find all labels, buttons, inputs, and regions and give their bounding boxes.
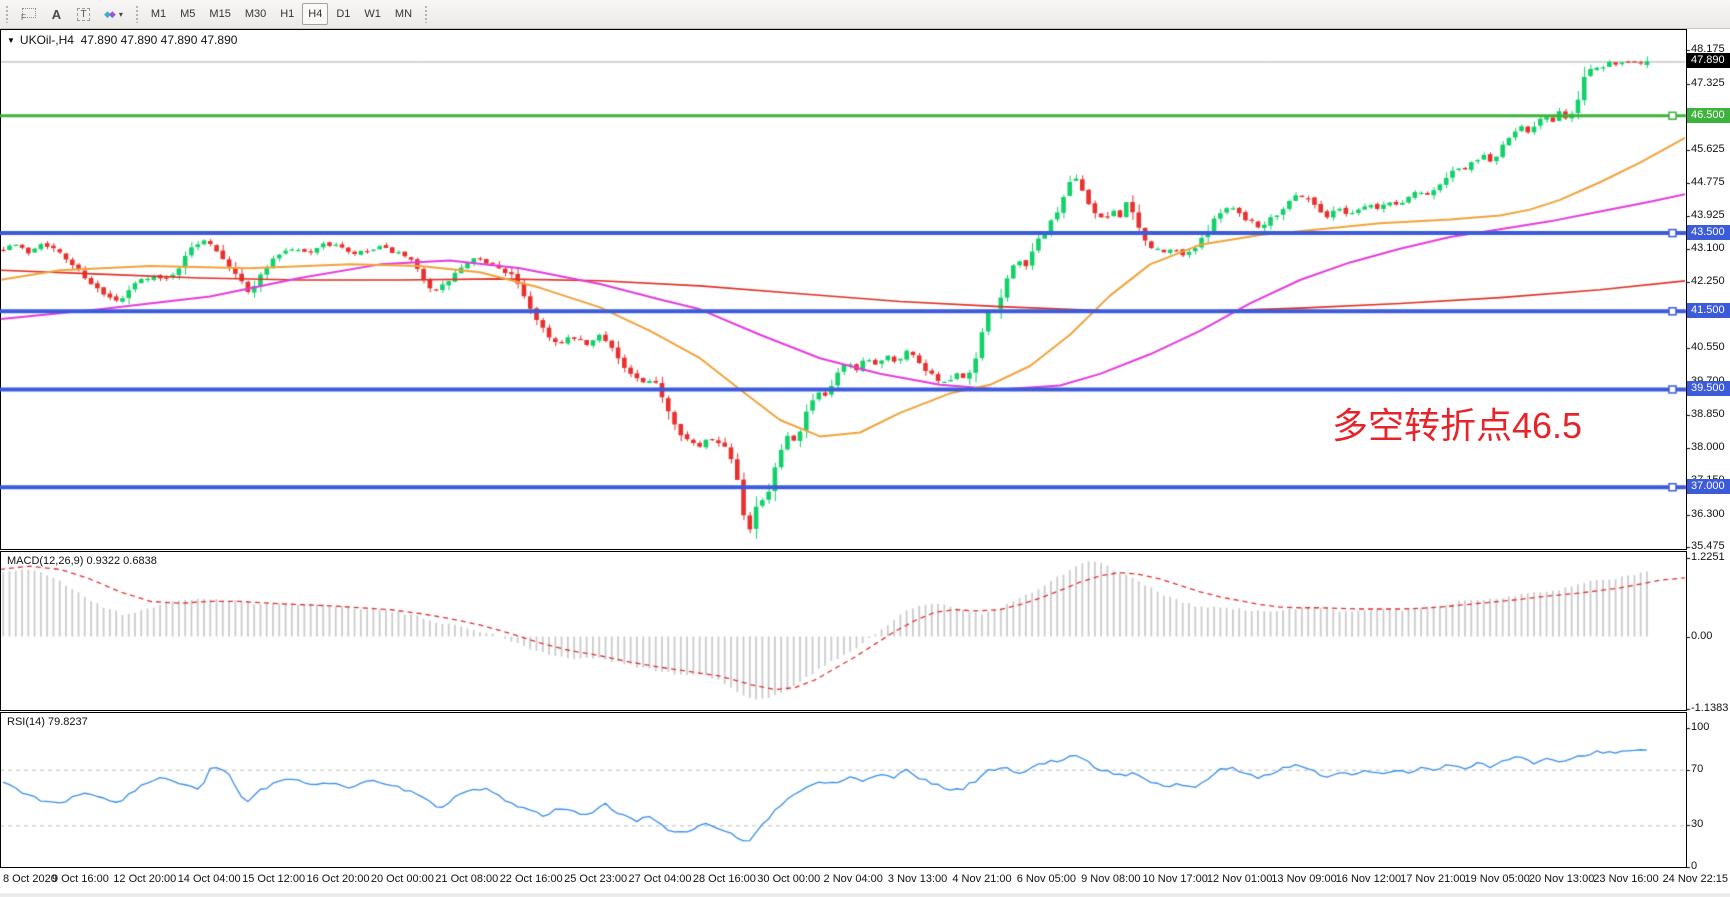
macd-tick-label: 1.2251	[1691, 551, 1725, 563]
time-axis-label: 4 Nov 21:00	[952, 873, 1011, 885]
timeframe-button-h1[interactable]: H1	[274, 3, 300, 25]
rsi-tick-label: 30	[1691, 818, 1703, 830]
time-axis-label: 12 Oct 20:00	[113, 873, 176, 885]
toolbar: F A T ◆ ◆ ▾ M1M5M15M30H1H4D1W1MN	[0, 0, 1730, 29]
time-axis-label: 22 Oct 16:00	[500, 873, 563, 885]
time-axis-label: 3 Nov 13:00	[888, 873, 947, 885]
text-tool-button[interactable]: A	[44, 3, 69, 25]
toolbar-grip[interactable]	[135, 5, 139, 23]
time-axis-label: 16 Nov 12:00	[1336, 873, 1401, 885]
fibonacci-tool-icon: F	[21, 8, 36, 20]
current-price-box: 47.890	[1687, 53, 1730, 68]
time-axis-label: 2 Nov 04:00	[824, 873, 883, 885]
time-axis-label: 20 Oct 00:00	[371, 873, 434, 885]
toolbar-grip[interactable]	[424, 5, 428, 23]
level-price-box: 37.000	[1687, 479, 1730, 494]
price-tick-label: 43.925	[1691, 209, 1725, 221]
price-tick-label: 38.850	[1691, 408, 1725, 420]
timeframe-button-m1[interactable]: M1	[145, 3, 172, 25]
toolbar-grip[interactable]	[5, 5, 9, 23]
time-axis-label: 12 Nov 01:00	[1207, 873, 1272, 885]
price-tick-label: 40.550	[1691, 341, 1725, 353]
chart-annotation-text: 多空转折点46.5	[1332, 406, 1582, 446]
time-axis-label: 8 Oct 2020	[3, 873, 57, 885]
time-axis-label: 21 Oct 08:00	[435, 873, 498, 885]
time-axis-label: 14 Oct 04:00	[178, 873, 241, 885]
time-axis-label: 9 Oct 16:00	[52, 873, 109, 885]
time-axis-label: 25 Oct 23:00	[564, 873, 627, 885]
time-axis-label: 13 Nov 09:00	[1271, 873, 1336, 885]
timeframe-button-group: M1M5M15M30H1H4D1W1MN	[144, 3, 419, 25]
macd-indicator-label: MACD(12,26,9) 0.9322 0.6838	[7, 555, 157, 567]
timeframe-button-w1[interactable]: W1	[358, 3, 387, 25]
timeframe-button-h4[interactable]: H4	[302, 3, 328, 25]
macd-tick-label: 0.00	[1691, 630, 1712, 642]
chart-symbol-title: ▼ UKOil-,H4 47.890 47.890 47.890 47.890	[7, 33, 237, 47]
timeframe-button-m5[interactable]: M5	[174, 3, 201, 25]
time-axis-label: 27 Oct 04:00	[629, 873, 692, 885]
time-axis-label: 30 Oct 00:00	[757, 873, 820, 885]
timeframe-button-d1[interactable]: D1	[330, 3, 356, 25]
time-axis-label: 19 Nov 05:00	[1464, 873, 1529, 885]
timeframe-button-m30[interactable]: M30	[239, 3, 272, 25]
macd-tick-label: -1.1383	[1691, 702, 1728, 714]
chart-title-text: UKOil-,H4 47.890 47.890 47.890 47.890	[20, 33, 238, 47]
time-axis-label: 10 Nov 17:00	[1142, 873, 1207, 885]
level-price-box: 39.500	[1687, 381, 1730, 396]
time-axis-label: 16 Oct 20:00	[307, 873, 370, 885]
time-axis-label: 9 Nov 08:00	[1081, 873, 1140, 885]
time-axis-label: 23 Nov 16:00	[1593, 873, 1658, 885]
chart-canvas[interactable]	[0, 0, 1730, 897]
time-axis-label: 15 Oct 12:00	[242, 873, 305, 885]
collapse-arrow-icon: ▼	[7, 36, 15, 45]
price-tick-label: 38.000	[1691, 441, 1725, 453]
price-tick-label: 43.100	[1691, 242, 1725, 254]
time-axis-label: 28 Oct 16:00	[693, 873, 756, 885]
rsi-indicator-label: RSI(14) 79.8237	[7, 716, 88, 728]
text-tool-icon: A	[52, 7, 61, 22]
price-tick-label: 44.775	[1691, 176, 1725, 188]
time-axis-label: 6 Nov 05:00	[1017, 873, 1076, 885]
rsi-tick-label: 70	[1691, 763, 1703, 775]
text-label-tool-icon: T	[77, 8, 89, 21]
price-tick-label: 42.250	[1691, 275, 1725, 287]
price-tick-label: 35.475	[1691, 540, 1725, 552]
rsi-tick-label: 100	[1691, 721, 1709, 733]
timeframe-button-mn[interactable]: MN	[389, 3, 418, 25]
text-label-tool-button[interactable]: T	[71, 3, 96, 25]
price-tick-label: 47.325	[1691, 77, 1725, 89]
price-tick-label: 36.300	[1691, 508, 1725, 520]
chevron-down-icon: ▾	[119, 10, 123, 19]
level-price-box: 43.500	[1687, 225, 1730, 240]
level-price-box: 41.500	[1687, 303, 1730, 318]
trading-app-window: F A T ◆ ◆ ▾ M1M5M15M30H1H4D1W1MN ▼ UKOil…	[0, 0, 1730, 897]
price-tick-label: 45.625	[1691, 143, 1725, 155]
level-price-box: 46.500	[1687, 108, 1730, 123]
shape-diamond-icon: ◆	[109, 10, 116, 19]
timeframe-button-m15[interactable]: M15	[203, 3, 236, 25]
fibonacci-tool-button[interactable]: F	[15, 3, 42, 25]
time-axis-label: 20 Nov 13:00	[1529, 873, 1594, 885]
time-axis-label: 24 Nov 22:15	[1663, 873, 1728, 885]
rsi-tick-label: 0	[1691, 860, 1697, 872]
shapes-tool-button[interactable]: ◆ ◆ ▾	[98, 3, 129, 25]
time-axis-label: 17 Nov 21:00	[1400, 873, 1465, 885]
